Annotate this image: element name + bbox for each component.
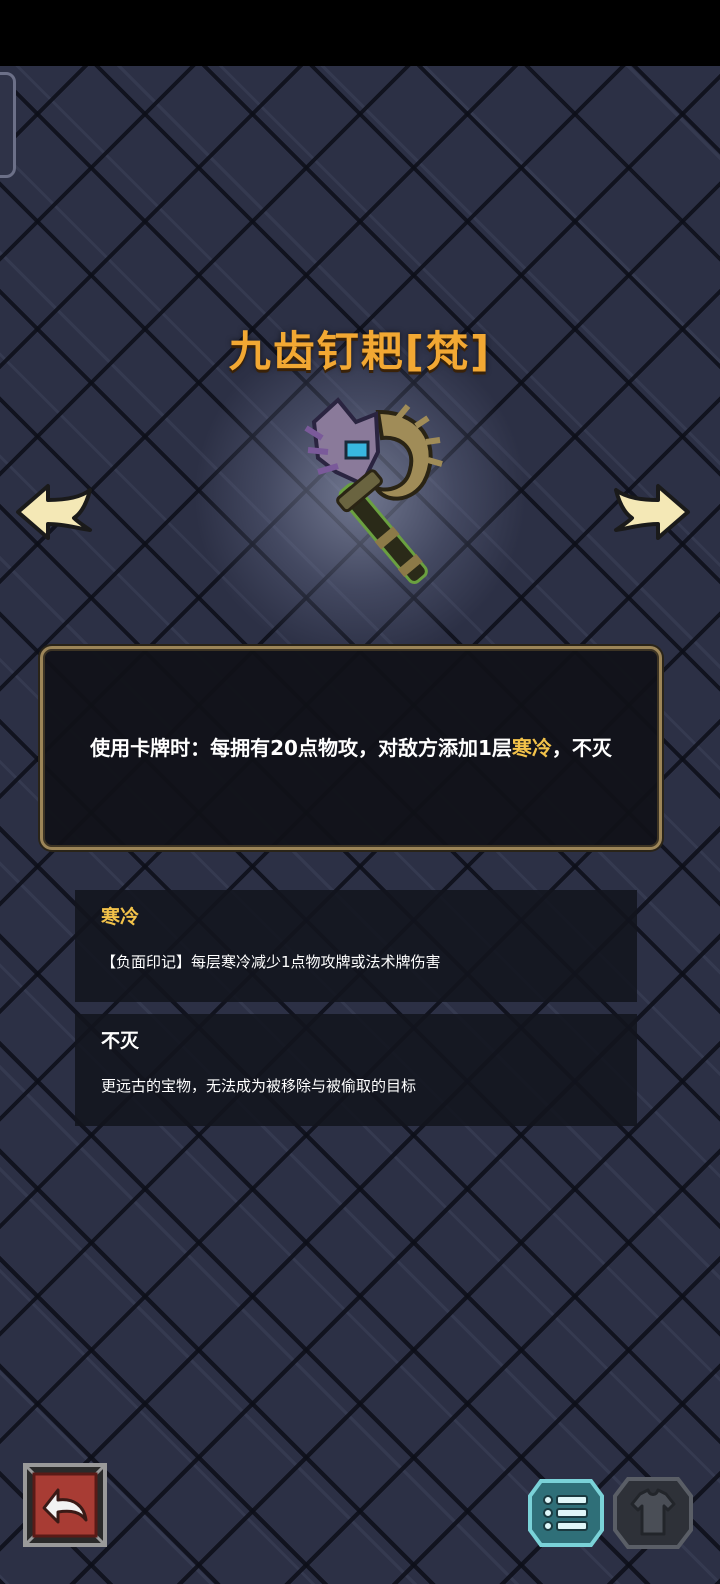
list-button[interactable]	[527, 1478, 605, 1548]
keyword-card-immortal: 不灭 更远古的宝物，无法成为被移除与被偷取的目标	[75, 1014, 637, 1126]
keyword-immortal-text: 不灭	[571, 736, 612, 760]
description-separator: ，	[551, 736, 572, 760]
status-bar	[0, 0, 720, 66]
keyword-title: 不灭	[101, 1030, 140, 1052]
keyword-card-cold: 寒冷 【负面印记】每层寒冷减少1点物攻牌或法术牌伤害	[75, 890, 637, 1002]
side-tab[interactable]	[0, 72, 16, 178]
left-arrow-icon[interactable]	[14, 480, 94, 544]
item-description-panel: 使用卡牌时：每拥有20点物攻，对敌方添加1层寒冷，不灭	[40, 646, 662, 850]
keyword-title: 寒冷	[101, 906, 140, 928]
equipment-button[interactable]	[612, 1476, 694, 1550]
keyword-cold-link[interactable]: 寒冷	[512, 736, 552, 760]
item-description: 使用卡牌时：每拥有20点物攻，对敌方添加1层寒冷，不灭	[90, 731, 612, 765]
item-title: 九齿钉耙[梵]	[228, 327, 492, 376]
list-icon	[543, 1495, 588, 1531]
description-text: 使用卡牌时：每拥有20点物攻，对敌方添加1层	[90, 736, 512, 760]
right-arrow-icon[interactable]	[612, 480, 692, 544]
rake-weapon-icon	[304, 397, 443, 584]
keyword-description: 更远古的宝物，无法成为被移除与被偷取的目标	[101, 1077, 417, 1095]
back-button[interactable]	[22, 1462, 108, 1548]
keyword-description: 【负面印记】每层寒冷减少1点物攻牌或法术牌伤害	[101, 953, 441, 971]
